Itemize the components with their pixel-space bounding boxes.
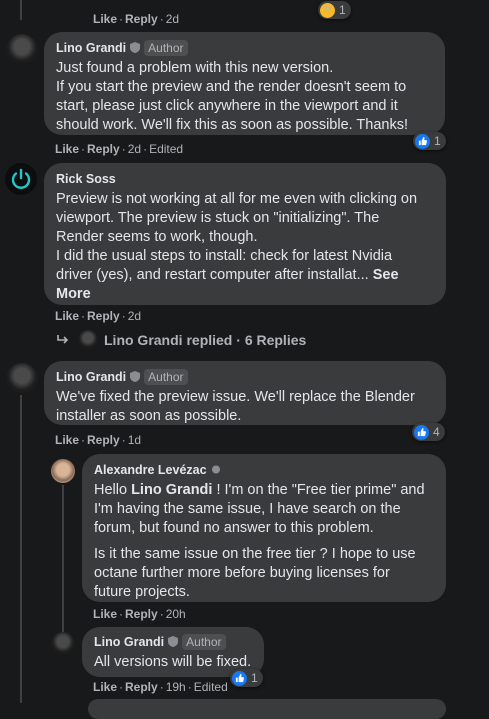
timestamp[interactable]: 2d bbox=[128, 142, 141, 156]
timestamp[interactable]: 2d bbox=[128, 309, 141, 323]
reply-link[interactable]: Reply bbox=[87, 142, 120, 156]
author-badge: Author bbox=[182, 634, 226, 650]
timestamp[interactable]: 20h bbox=[166, 607, 186, 621]
avatar[interactable] bbox=[6, 363, 38, 395]
shield-icon bbox=[130, 371, 141, 382]
author-name[interactable]: Lino Grandi bbox=[56, 41, 126, 55]
shield-icon bbox=[130, 42, 141, 53]
reply-link[interactable]: Reply bbox=[125, 607, 158, 621]
comment-text: We've fixed the preview issue. We'll rep… bbox=[56, 389, 415, 424]
view-replies-link[interactable]: Lino Grandi replied · 6 Replies bbox=[56, 330, 306, 350]
comment-bubble: Rick Soss Preview is not working at all … bbox=[44, 163, 446, 305]
author-badge: Author bbox=[144, 369, 188, 385]
like-link[interactable]: Like bbox=[55, 309, 79, 323]
comment-meta: Like · Reply · 2d bbox=[55, 309, 142, 323]
reaction-count[interactable]: ☺ 1 bbox=[318, 1, 351, 19]
comment-bubble: Lino Grandi Author Just found a problem w… bbox=[44, 32, 445, 135]
timestamp[interactable]: 2d bbox=[166, 12, 179, 26]
timestamp[interactable]: 1d bbox=[128, 433, 141, 447]
thread-line bbox=[62, 485, 64, 645]
comment-bubble: Alexandre Levézac Hello Lino Grandi ! I'… bbox=[82, 454, 446, 602]
comment-meta: Like · Reply · 1d bbox=[55, 433, 142, 447]
replier-name: Lino Grandi bbox=[104, 332, 183, 348]
thread-line bbox=[20, 645, 22, 703]
power-icon bbox=[6, 164, 36, 194]
comment-bubble: Lino Grandi Author We've fixed the previe… bbox=[44, 361, 446, 425]
avatar[interactable] bbox=[6, 34, 38, 66]
thread-line bbox=[20, 0, 22, 20]
thread-line bbox=[20, 395, 22, 645]
like-link[interactable]: Like bbox=[55, 142, 79, 156]
comment-text: Preview is not working at all for me eve… bbox=[56, 191, 418, 302]
reaction-count[interactable]: 1 bbox=[230, 669, 263, 687]
hugging-face-emoji-icon: ☺ bbox=[320, 2, 335, 18]
thumbs-up-icon bbox=[414, 424, 429, 440]
see-more-link[interactable]: More bbox=[56, 286, 91, 302]
mention-link[interactable]: Lino Grandi bbox=[131, 482, 212, 498]
thumbs-up-icon bbox=[232, 670, 247, 686]
reply-link[interactable]: Reply bbox=[125, 12, 158, 26]
reply-link[interactable]: Reply bbox=[87, 309, 120, 323]
author-name[interactable]: Rick Soss bbox=[56, 172, 116, 186]
timestamp[interactable]: 19h bbox=[166, 680, 186, 694]
comment-text: Hello Lino Grandi ! I'm on the "Free tie… bbox=[94, 482, 425, 600]
author-badge: Author bbox=[144, 40, 188, 56]
avatar bbox=[78, 330, 98, 350]
avatar[interactable] bbox=[51, 459, 75, 483]
comment-bubble bbox=[88, 699, 446, 719]
like-link[interactable]: Like bbox=[93, 680, 117, 694]
comment-meta: Like · Reply · 19h · Edited bbox=[93, 680, 228, 694]
reaction-count[interactable]: 4 bbox=[412, 423, 445, 441]
badge-icon bbox=[211, 465, 220, 474]
reaction-count[interactable]: 1 bbox=[413, 132, 446, 150]
reply-link[interactable]: Reply bbox=[87, 433, 120, 447]
like-link[interactable]: Like bbox=[93, 607, 117, 621]
avatar[interactable] bbox=[51, 632, 75, 656]
comment-meta: Like · Reply · 2d · Edited bbox=[55, 142, 184, 156]
reply-link[interactable]: Reply bbox=[125, 680, 158, 694]
thumbs-up-icon bbox=[415, 133, 430, 149]
edited-label[interactable]: Edited bbox=[194, 680, 228, 694]
author-name[interactable]: Lino Grandi bbox=[56, 370, 126, 384]
avatar[interactable] bbox=[5, 163, 37, 195]
edited-label[interactable]: Edited bbox=[149, 142, 183, 156]
comment-meta: Like · Reply · 2d bbox=[93, 12, 180, 26]
author-name[interactable]: Alexandre Levézac bbox=[94, 463, 207, 477]
comment-meta: Like · Reply · 20h bbox=[93, 607, 186, 621]
comment-text: Just found a problem with this new versi… bbox=[56, 60, 409, 133]
like-link[interactable]: Like bbox=[93, 12, 117, 26]
author-name[interactable]: Lino Grandi bbox=[94, 635, 164, 649]
see-more-link[interactable]: See bbox=[373, 267, 399, 283]
comment-text: All versions will be fixed. bbox=[94, 654, 252, 670]
reply-arrow-icon bbox=[57, 335, 69, 344]
like-link[interactable]: Like bbox=[55, 433, 79, 447]
shield-icon bbox=[168, 636, 179, 647]
